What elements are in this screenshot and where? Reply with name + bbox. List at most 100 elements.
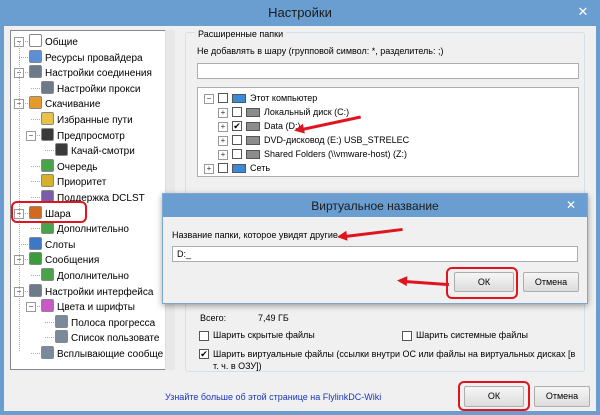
queue-icon xyxy=(41,158,54,172)
tree-connector xyxy=(31,181,40,183)
popup-icon xyxy=(41,346,54,359)
tree-item[interactable]: Избранные пути xyxy=(41,112,133,126)
tree-item-label: Дополнительно xyxy=(57,224,129,236)
messages-icon xyxy=(29,252,42,266)
cancel-button[interactable]: Отмена xyxy=(534,386,590,407)
highlight-dialog-ok xyxy=(446,267,518,299)
exclude-mask-input[interactable] xyxy=(197,63,579,79)
tree-item-label: Качай-смотри xyxy=(71,146,135,158)
tree-item[interactable]: Дополнительно xyxy=(41,221,129,235)
expand-icon[interactable]: + xyxy=(218,136,228,146)
tree-item-label: Приоритет xyxy=(57,177,107,189)
tree-item-label: Список пользовате xyxy=(71,333,160,345)
folder-checkbox[interactable] xyxy=(232,107,242,117)
tree-item-label: Настройки соединения xyxy=(45,68,152,80)
expand-icon[interactable]: + xyxy=(204,164,214,174)
computer-icon xyxy=(232,94,246,103)
tree-item[interactable]: Сообщения xyxy=(29,252,99,266)
monitor-icon xyxy=(29,283,42,297)
collapse-icon[interactable]: − xyxy=(204,94,214,104)
option-checkbox[interactable]: ✔ xyxy=(199,349,209,359)
folder-name-input[interactable]: D:_ xyxy=(172,246,578,262)
network-icon xyxy=(232,164,246,173)
folder-label[interactable]: DVD-дисковод (E:) USB_STRELEC xyxy=(264,134,409,146)
dialog-title: Виртуальное название xyxy=(311,199,439,213)
download-icon xyxy=(29,96,42,110)
tree-item[interactable]: Общие xyxy=(29,34,78,48)
tree-connector xyxy=(19,56,28,58)
settings-tree[interactable]: Общие − Ресурсы провайдера Настройки соедин… xyxy=(10,30,175,370)
tree-item[interactable]: Настройки прокси xyxy=(41,80,141,95)
folder-label[interactable]: Сеть xyxy=(250,162,270,174)
tree-connector xyxy=(31,197,40,198)
priority-icon xyxy=(41,174,54,188)
highlight-main-ok xyxy=(458,381,530,411)
network-drive-icon xyxy=(246,150,260,159)
tree-item[interactable]: Скачивание xyxy=(29,96,100,110)
option-checkbox[interactable] xyxy=(402,331,412,341)
folder-checkbox[interactable] xyxy=(232,149,242,159)
tree-item[interactable]: Всплывающие сообще xyxy=(41,346,163,360)
palette-icon xyxy=(41,299,54,313)
tree-item[interactable]: Предпросмотр xyxy=(41,127,125,142)
folder-name-label: Название папки, которое увидят другие xyxy=(172,230,338,240)
collapse-icon[interactable]: − xyxy=(26,130,36,141)
folder-checkbox[interactable] xyxy=(218,93,228,103)
film-icon xyxy=(55,143,68,157)
tree-item[interactable]: Настройки интерфейса xyxy=(29,283,153,298)
tree-item[interactable]: Слоты xyxy=(29,236,76,251)
tree-item[interactable]: Очередь xyxy=(41,158,98,173)
page-icon xyxy=(41,221,54,235)
wiki-link[interactable]: Узнайте больше об этой странице на Flyli… xyxy=(165,392,381,402)
tree-item-label: Слоты xyxy=(45,239,76,251)
tree-item-label: Ресурсы провайдера xyxy=(45,52,143,64)
tree-item[interactable]: Цвета и шрифты xyxy=(41,299,135,313)
tree-item[interactable]: Полоса прогресса xyxy=(55,314,155,329)
collapse-icon[interactable]: − xyxy=(26,302,36,313)
group-title: Расширенные папки xyxy=(195,29,287,39)
tree-item[interactable]: Качай-смотри xyxy=(55,143,135,157)
drive-icon xyxy=(246,108,260,117)
folder-label[interactable]: Локальный диск (C:) xyxy=(264,106,349,118)
slots-icon xyxy=(29,236,42,250)
tree-connector xyxy=(45,337,54,339)
tree-item[interactable]: Настройки соединения xyxy=(29,65,152,79)
tree-connector xyxy=(45,321,54,323)
tree-item-label: Общие xyxy=(45,37,78,48)
film-icon xyxy=(41,127,54,141)
folder-label[interactable]: Этот компьютер xyxy=(250,92,317,104)
tree-item-label: Скачивание xyxy=(45,99,101,111)
total-value: 7,49 ГБ xyxy=(258,313,289,323)
dialog-close-icon[interactable]: ✕ xyxy=(561,196,581,214)
expand-icon[interactable]: + xyxy=(218,108,228,118)
progress-icon xyxy=(55,314,68,328)
tree-item-label: Сообщения xyxy=(45,255,100,267)
dialog-cancel-button[interactable]: Отмена xyxy=(523,272,579,292)
tree-item[interactable]: Приоритет xyxy=(41,174,106,188)
folder-checkbox[interactable] xyxy=(232,135,242,145)
option-label: Шарить скрытые файлы xyxy=(213,330,315,340)
tree-item-label: Дополнительно xyxy=(57,271,129,282)
expand-icon[interactable]: + xyxy=(218,122,228,132)
folder-icon xyxy=(41,112,54,125)
window-titlebar: Настройки ✕ xyxy=(0,0,600,26)
page-icon xyxy=(41,268,54,281)
close-icon[interactable]: ✕ xyxy=(572,3,594,21)
expand-icon[interactable]: + xyxy=(218,150,228,160)
total-label: Всего: xyxy=(200,313,227,323)
tree-item[interactable]: Список пользовате xyxy=(55,330,159,344)
folder-label[interactable]: Shared Folders (\\vmware-host) (Z:) xyxy=(264,148,407,160)
tree-connector xyxy=(19,41,20,351)
folder-checkbox[interactable] xyxy=(218,163,228,173)
tree-item[interactable]: Дополнительно xyxy=(41,268,129,282)
tree-connector xyxy=(31,275,40,276)
folder-tree[interactable]: − Этот компьютер + Локальный диск (C:) + ✔ Dat… xyxy=(197,87,579,177)
option-checkbox[interactable] xyxy=(199,331,209,341)
virtual-name-dialog: Виртуальное название ✕ Название папки, к… xyxy=(162,193,588,304)
folder-checkbox[interactable]: ✔ xyxy=(232,121,242,131)
tree-item[interactable]: Ресурсы провайдера xyxy=(29,49,143,64)
tree-item-label: Настройки прокси xyxy=(57,83,141,95)
tree-connector xyxy=(31,119,40,120)
network-icon xyxy=(29,65,42,79)
tree-item-label: Предпросмотр xyxy=(57,130,125,142)
